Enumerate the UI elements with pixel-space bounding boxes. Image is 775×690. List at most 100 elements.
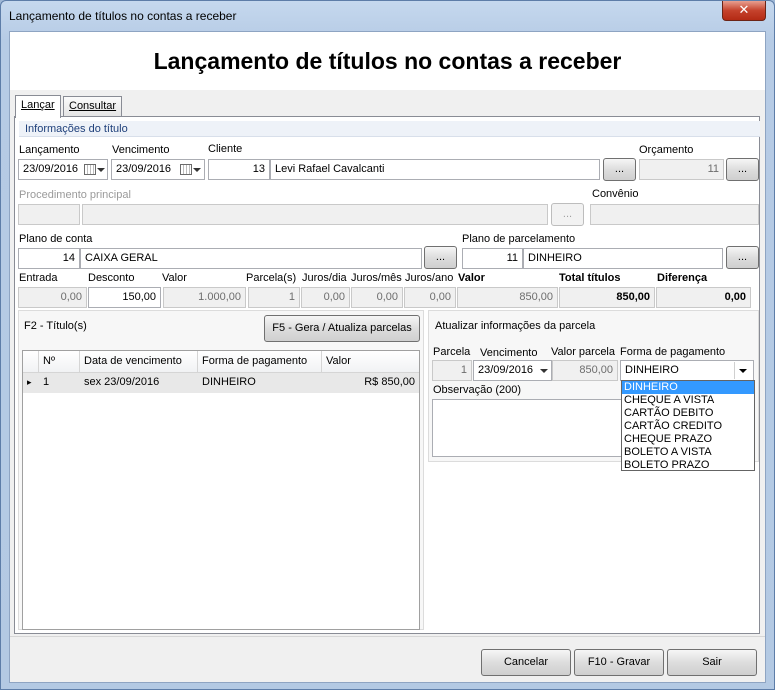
page-title: Lançamento de títulos no contas a recebe… [153,48,622,74]
cliente-code-input[interactable]: 13 [208,159,270,180]
valor-input[interactable]: 1.000,00 [163,287,246,308]
lancamento-date-value: 23/09/2016 [23,163,79,175]
forma-pagamento-value: DINHEIRO [625,364,679,376]
juros-mes-input[interactable]: 0,00 [351,287,403,308]
titulos-table: Nº Data de vencimento Forma de pagamento… [22,350,420,630]
option-cheque-a-vista[interactable]: CHEQUE A VISTA [622,394,754,407]
valor-parcela-label: Valor parcela [551,346,615,358]
titulos-caption: F2 - Título(s) [24,320,87,332]
parcela-vencimento-field[interactable]: 23/09/2016 [473,360,552,381]
calendar-icon [84,164,96,175]
section-header [19,121,760,137]
chevron-down-icon [193,168,201,172]
entrada-input[interactable]: 0,00 [18,287,87,308]
desconto-input[interactable]: 150,00 [88,287,161,308]
plano-parcelamento-code-input[interactable]: 11 [462,248,523,269]
juros-mes-label: Juros/mês [351,272,402,284]
lancamento-label: Lançamento [19,144,80,156]
observacao-label: Observação (200) [433,384,522,396]
procedimento-name-input[interactable] [82,204,548,225]
chevron-down-icon [739,369,747,373]
chevron-down-icon [97,168,105,172]
procedimento-lookup-button[interactable]: ... [551,203,584,226]
forma-pagamento-label: Forma de pagamento [620,346,726,358]
save-button[interactable]: F10 - Gravar [574,649,664,676]
gera-parcelas-button[interactable]: F5 - Gera / Atualiza parcelas [264,315,420,342]
cell-data: sex 23/09/2016 [84,376,160,388]
window-title: Lançamento de títulos no contas a recebe… [9,9,237,23]
section-caption: Informações do título [25,123,128,135]
title-bar[interactable]: Lançamento de títulos no contas a recebe… [1,1,774,31]
parcela-vencimento-value: 23/09/2016 [478,364,534,376]
orcamento-lookup-button[interactable]: ... [726,158,759,181]
option-boleto-prazo[interactable]: BOLETO PRAZO [622,459,754,472]
column-header-forma[interactable]: Forma de pagamento [198,351,322,373]
row-selector-icon: ▸ [27,377,32,387]
table-row[interactable]: ▸ 1 sex 23/09/2016 DINHEIRO R$ 850,00 [23,373,419,393]
calendar-icon [180,164,192,175]
column-header-data[interactable]: Data de vencimento [80,351,198,373]
juros-ano-input[interactable]: 0,00 [404,287,456,308]
column-header-numero[interactable]: Nº [39,351,80,373]
exit-button[interactable]: Sair [667,649,757,676]
parcela-caption: Atualizar informações da parcela [435,320,596,332]
total-titulos-label: Total títulos [559,272,621,284]
valor-total-label: Valor [458,272,485,284]
cliente-label: Cliente [208,143,243,155]
lancamento-date-field[interactable]: 23/09/2016 [18,159,108,180]
vencimento-date-field[interactable]: 23/09/2016 [111,159,205,180]
forma-pagamento-dropdown-list: DINHEIRO CHEQUE A VISTA CARTÃO DEBITO CA… [621,380,755,471]
parcela-input[interactable]: 1 [432,360,472,381]
vencimento-label: Vencimento [112,144,170,156]
diferenca-label: Diferença [657,272,708,284]
row-indicator-header [23,351,39,373]
plano-conta-code-input[interactable]: 14 [18,248,80,269]
tab-consultar[interactable]: Consultar [63,96,123,117]
close-button[interactable]: ✕ [722,1,766,21]
valor-label: Valor [162,272,187,284]
option-boleto-a-vista[interactable]: BOLETO A VISTA [622,446,754,459]
convenio-input[interactable] [590,204,759,225]
desconto-label: Desconto [88,272,135,284]
column-header-valor[interactable]: Valor [322,351,419,373]
chevron-down-icon [540,369,548,373]
cliente-name-input[interactable]: Levi Rafael Cavalcanti [270,159,600,180]
plano-parcelamento-lookup-button[interactable]: ... [726,246,759,269]
option-cartao-credito[interactable]: CARTÃO CREDITO [622,420,754,433]
option-cartao-debito[interactable]: CARTÃO DEBITO [622,407,754,420]
parcela-vencimento-label: Vencimento [480,347,538,359]
plano-conta-lookup-button[interactable]: ... [424,246,457,269]
option-cheque-prazo[interactable]: CHEQUE PRAZO [622,433,754,446]
diferenca-input[interactable]: 0,00 [656,287,751,308]
parcelas-input[interactable]: 1 [248,287,300,308]
orcamento-input[interactable]: 11 [639,159,724,180]
valor-parcela-input[interactable]: 850,00 [552,360,618,381]
procedimento-code-input[interactable] [18,204,80,225]
cancel-button[interactable]: Cancelar [481,649,571,676]
plano-conta-name-input[interactable]: CAIXA GERAL [80,248,422,269]
total-titulos-input[interactable]: 850,00 [559,287,655,308]
plano-conta-label: Plano de conta [19,233,93,245]
vencimento-date-value: 23/09/2016 [116,163,172,175]
entrada-label: Entrada [19,272,58,284]
cell-valor: R$ 850,00 [364,376,415,388]
procedimento-label: Procedimento principal [19,189,131,201]
juros-dia-input[interactable]: 0,00 [301,287,350,308]
header-band: Lançamento de títulos no contas a recebe… [10,32,765,90]
footer-divider [10,636,765,637]
parcela-label: Parcela [433,346,471,358]
parcelas-label: Parcela(s) [246,272,297,284]
main-window: Lançamento de títulos no contas a recebe… [0,0,775,690]
table-header: Nº Data de vencimento Forma de pagamento… [23,351,419,373]
plano-parcelamento-name-input[interactable]: DINHEIRO [523,248,723,269]
cell-numero: 1 [43,376,50,388]
convenio-label: Convênio [592,188,639,200]
forma-pagamento-select[interactable]: DINHEIRO [620,360,754,381]
juros-dia-label: Juros/dia [302,272,347,284]
valor-total-input[interactable]: 850,00 [457,287,558,308]
juros-ano-label: Juros/ano [405,272,454,284]
option-dinheiro[interactable]: DINHEIRO [622,381,754,394]
tab-lancar[interactable]: Lançar [15,95,61,118]
cliente-lookup-button[interactable]: ... [603,158,636,181]
cell-forma: DINHEIRO [202,376,256,388]
